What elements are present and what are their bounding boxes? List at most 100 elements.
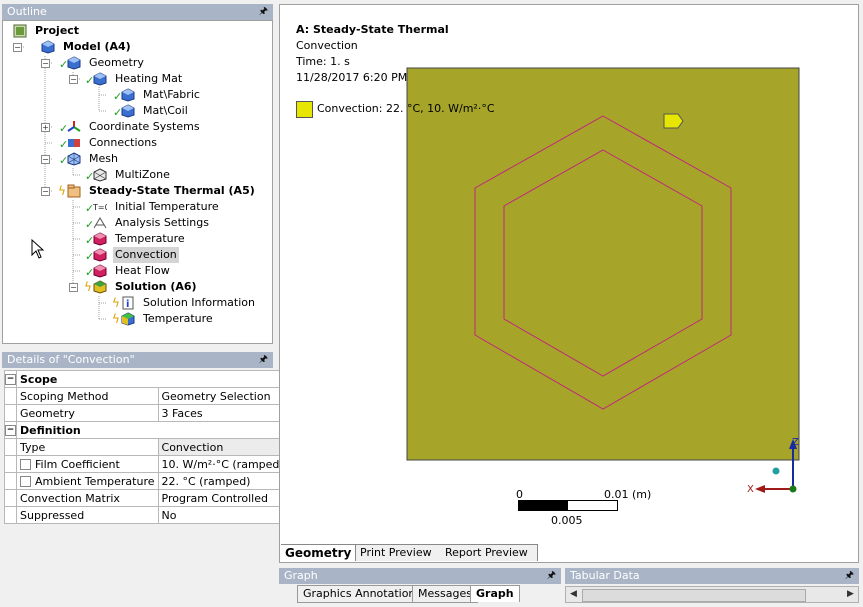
pin-icon[interactable]: 🖈︎ — [259, 352, 268, 368]
graph-panel-tabs: Graphics Annotations Messages Graph — [279, 584, 561, 604]
expand-toggle-coordinate-systems[interactable]: + — [41, 123, 50, 132]
group-label: Definition — [16, 421, 288, 439]
tab-messages[interactable]: Messages — [412, 585, 478, 603]
details-row[interactable]: Suppressed No — [4, 506, 288, 524]
horizontal-scrollbar[interactable]: ◀ ▶ — [565, 586, 859, 603]
details-row[interactable]: Convection Matrix Program Controlled — [4, 489, 288, 507]
outline-tree[interactable]: − − − + − − − Project Model (A4) ✓ Geome… — [2, 20, 273, 344]
tabular-data-title: Tabular Data — [570, 569, 640, 582]
collapse-icon[interactable]: − — [5, 425, 16, 436]
details-value[interactable]: No — [157, 506, 288, 524]
collapse-toggle-heating-mat[interactable]: − — [69, 75, 78, 84]
details-row[interactable]: Type Convection — [4, 438, 288, 456]
scrollbar-thumb[interactable] — [582, 589, 806, 602]
status-check-icon: ✓ — [85, 250, 95, 263]
details-row[interactable]: Film Coefficient 10. W/m²·°C (ramped) — [4, 455, 288, 473]
details-value[interactable]: Geometry Selection — [157, 387, 288, 405]
collapse-icon[interactable]: − — [5, 374, 16, 385]
collapse-toggle-mesh[interactable]: − — [41, 155, 50, 164]
details-key: Geometry — [16, 404, 159, 422]
isometric-view-ball-icon[interactable] — [772, 467, 780, 475]
status-check-icon: ✓ — [85, 218, 95, 231]
group-label: Scope — [16, 370, 288, 388]
model-icon — [41, 40, 55, 54]
part-group-icon — [93, 72, 107, 86]
date-label: 11/28/2017 6:20 PM — [296, 71, 408, 84]
parameter-checkbox[interactable] — [20, 459, 31, 470]
svg-text:T=0: T=0 — [93, 203, 107, 212]
pin-icon[interactable]: 🖈︎ — [259, 4, 268, 20]
initial-temperature-icon: T=0 — [93, 203, 107, 212]
details-value[interactable]: 3 Faces — [157, 404, 288, 422]
details-value[interactable]: 22. °C (ramped) — [157, 472, 288, 490]
analysis-title: A: Steady-State Thermal — [296, 23, 449, 36]
connections-icon — [68, 139, 80, 147]
fabric-face[interactable] — [406, 67, 800, 461]
tab-geometry[interactable]: Geometry — [281, 544, 356, 561]
details-table: − Scope Scoping Method Geometry Selectio… — [4, 370, 288, 524]
pin-icon[interactable]: 🖈︎ — [547, 568, 556, 584]
analysis-icon — [67, 184, 81, 198]
solution-icon — [93, 280, 107, 294]
tab-report-preview[interactable]: Report Preview — [441, 544, 538, 561]
temperature-load-icon — [93, 232, 107, 246]
legend-color-swatch — [296, 101, 313, 118]
details-value[interactable]: Program Controlled — [157, 489, 288, 507]
triad-x-label: X — [747, 484, 754, 495]
details-group-scope[interactable]: − Scope — [4, 370, 288, 388]
analysis-settings-icon — [93, 217, 107, 229]
lightning-icon: ϟ — [112, 312, 120, 326]
coordinate-systems-icon — [67, 121, 81, 132]
status-check-icon: ✓ — [59, 122, 69, 135]
details-key: Convection Matrix — [16, 489, 159, 507]
status-check-icon: ✓ — [85, 234, 95, 247]
scroll-right-icon[interactable]: ▶ — [844, 588, 857, 601]
graph-title: Graph — [284, 569, 318, 582]
collapse-toggle-model[interactable]: − — [13, 43, 22, 52]
status-check-icon: ✓ — [59, 154, 69, 167]
details-value[interactable]: 10. W/m²·°C (ramped) — [157, 455, 288, 473]
collapse-toggle-solution[interactable]: − — [69, 283, 78, 292]
details-row[interactable]: Geometry 3 Faces — [4, 404, 288, 422]
status-check-icon: ✓ — [85, 74, 95, 87]
details-key: Scoping Method — [16, 387, 159, 405]
details-row[interactable]: Scoping Method Geometry Selection — [4, 387, 288, 405]
body-icon — [121, 88, 135, 102]
details-value[interactable]: Convection — [157, 438, 288, 456]
tab-graphics-annotations[interactable]: Graphics Annotations — [297, 585, 428, 603]
scale-bar-graphic — [518, 500, 618, 511]
tab-print-preview[interactable]: Print Preview — [356, 544, 443, 561]
axis-triad[interactable]: Z X — [745, 433, 805, 503]
heat-flow-load-icon — [93, 264, 107, 278]
details-key: Type — [16, 438, 159, 456]
collapse-toggle-steady-state-thermal[interactable]: − — [41, 187, 50, 196]
graphics-viewport[interactable]: A: Steady-State Thermal Convection Time:… — [279, 4, 859, 563]
solution-information-icon: i — [122, 296, 134, 310]
svg-text:i: i — [126, 299, 129, 310]
collapse-toggle-geometry[interactable]: − — [41, 59, 50, 68]
temperature-result-icon — [121, 312, 135, 326]
lightning-icon: ϟ — [112, 296, 120, 310]
mesh-method-icon — [93, 168, 107, 182]
mesh-icon — [67, 152, 81, 166]
details-key: Ambient Temperature — [35, 474, 155, 488]
convection-load-icon — [93, 248, 107, 262]
legend-label: Convection: 22. °C, 10. W/m²·°C — [317, 102, 495, 115]
parameter-checkbox[interactable] — [20, 476, 31, 487]
tabular-data-panel-header: Tabular Data 🖈︎ — [565, 568, 859, 584]
pin-icon[interactable]: 🖈︎ — [845, 568, 854, 584]
body-icon — [121, 104, 135, 118]
model-geometry[interactable] — [406, 67, 801, 461]
details-panel-header: Details of "Convection" 🖈︎ — [2, 352, 273, 368]
project-icon — [13, 24, 27, 38]
details-key: Suppressed — [16, 506, 159, 524]
status-check-icon: ✓ — [59, 58, 69, 71]
tab-graph[interactable]: Graph — [470, 585, 520, 602]
lightning-icon: ϟ — [84, 280, 92, 294]
scroll-left-icon[interactable]: ◀ — [567, 588, 580, 601]
time-label: Time: 1. s — [296, 55, 350, 68]
details-group-definition[interactable]: − Definition — [4, 421, 288, 439]
details-key: Film Coefficient — [35, 457, 120, 471]
outline-panel-header: Outline 🖈︎ — [2, 4, 273, 20]
details-row[interactable]: Ambient Temperature 22. °C (ramped) — [4, 472, 288, 490]
